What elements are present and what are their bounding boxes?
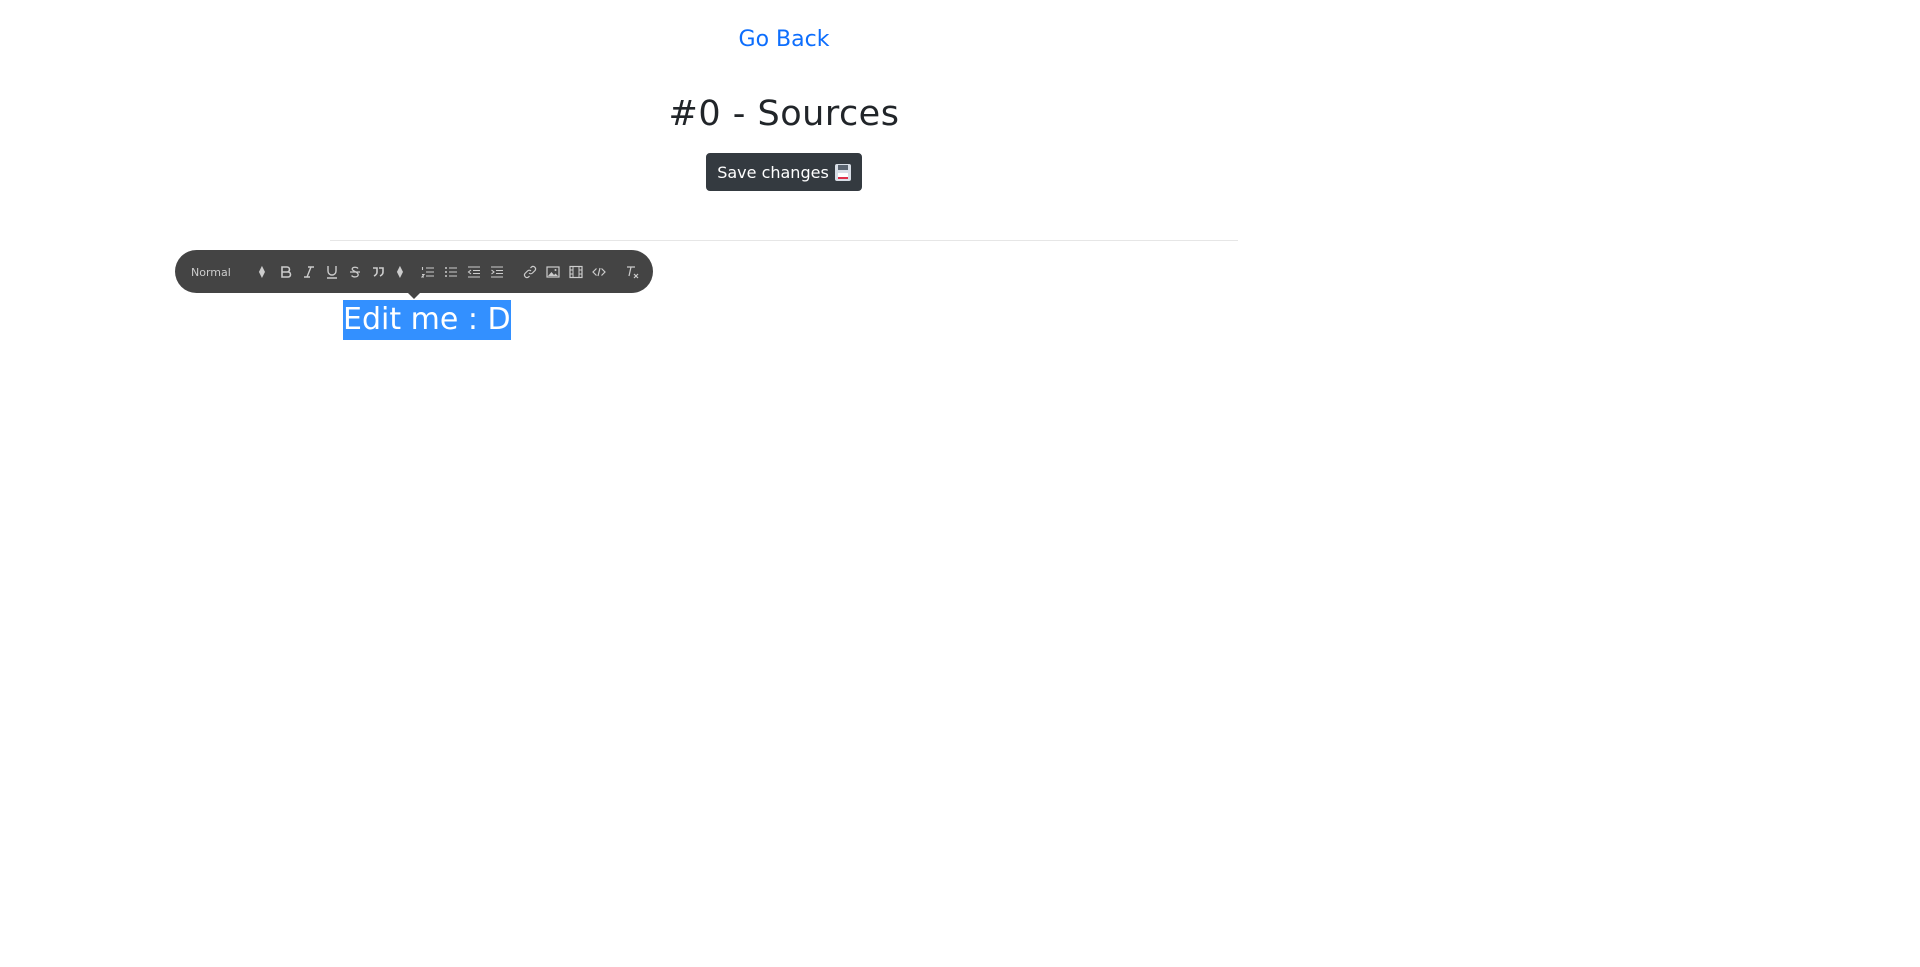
strike-button[interactable] [346,262,364,282]
select-arrows-icon: ▲ ▼ [396,264,404,279]
video-icon [569,265,583,279]
header-size-select[interactable]: Normal ▲ ▼ [191,262,265,282]
clear-format-icon [627,266,639,279]
floppy-disk-icon [834,163,851,181]
page: Go Back #0 - Sources Save changes Normal… [0,0,1920,967]
strikethrough-icon [350,266,360,278]
page-title: #0 - Sources [668,94,900,134]
bold-button[interactable] [277,262,295,282]
bullet-list-icon [445,267,457,277]
link-button[interactable] [521,262,539,282]
link-icon [523,265,537,279]
editor-tooltip-toolbar: Normal ▲ ▼ ▲ ▼ [175,250,653,299]
image-button[interactable] [544,262,562,282]
save-changes-button[interactable]: Save changes [706,153,862,191]
quote-icon [373,267,384,277]
italic-icon [304,266,314,278]
italic-button[interactable] [300,262,318,282]
script-select[interactable]: ▲ ▼ [394,262,406,282]
outdent-button[interactable] [465,262,483,282]
select-arrows-icon: ▲ ▼ [258,264,265,279]
underline-button[interactable] [323,262,341,282]
header-select-value: Normal [191,265,231,279]
image-icon [546,266,560,278]
video-button[interactable] [567,262,585,282]
bullet-list-button[interactable] [442,262,460,282]
underline-icon [327,266,337,279]
ordered-list-icon [421,267,434,278]
code-icon [592,267,606,277]
code-block-button[interactable] [590,262,608,282]
indent-button[interactable] [488,262,506,282]
divider [330,240,1238,241]
outdent-icon [467,266,480,278]
ordered-list-button[interactable] [419,262,437,282]
clean-format-button[interactable] [623,262,641,282]
editor-content[interactable]: Edit me : D [343,300,511,340]
indent-icon [491,266,503,278]
bold-icon [281,266,292,278]
blockquote-button[interactable] [369,262,387,282]
go-back-link[interactable]: Go Back [0,27,1568,52]
save-button-label: Save changes [717,162,829,182]
